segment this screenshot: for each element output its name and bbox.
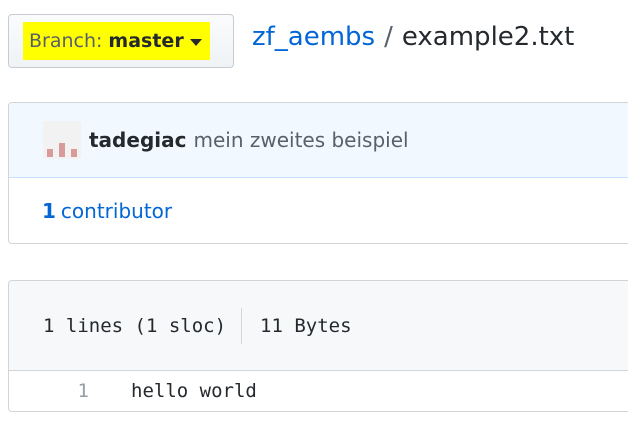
commit-tease-box: tadegiac mein zweites beispiel 1 contrib… <box>8 102 628 244</box>
breadcrumb-repo-link[interactable]: zf_aembs <box>252 22 375 52</box>
branch-highlight: Branch: master <box>23 22 210 60</box>
contributors-count: 1 <box>42 199 56 223</box>
code-line: 1 hello world <box>9 371 628 411</box>
avatar[interactable] <box>43 121 81 159</box>
breadcrumb-separator: / <box>384 22 393 52</box>
commit-author-link[interactable]: tadegiac <box>89 128 186 152</box>
commit-message-link[interactable]: mein zweites beispiel <box>193 128 408 152</box>
breadcrumb: zf_aembs / example2.txt <box>252 22 574 52</box>
caret-down-icon <box>189 38 202 46</box>
file-info-divider <box>241 307 243 344</box>
branch-label: Branch: <box>29 30 103 52</box>
file-size: 11 Bytes <box>260 314 352 337</box>
file-line-count: 1 lines (1 sloc) <box>43 314 227 337</box>
latest-commit-header: tadegiac mein zweites beispiel <box>9 103 628 178</box>
branch-name: master <box>108 30 184 52</box>
breadcrumb-file-name: example2.txt <box>401 22 575 52</box>
line-code: hello world <box>131 380 257 402</box>
contributors-row[interactable]: 1 contributor <box>9 178 628 243</box>
line-number[interactable]: 1 <box>9 380 89 402</box>
branch-select-button[interactable]: Branch: master <box>8 14 234 68</box>
file-box: 1 lines (1 sloc) 11 Bytes 1 hello world <box>8 280 628 412</box>
file-info-header: 1 lines (1 sloc) 11 Bytes <box>9 281 628 371</box>
contributors-label: contributor <box>60 199 173 223</box>
file-view-page: Branch: master zf_aembs / example2.txt t… <box>0 0 628 433</box>
